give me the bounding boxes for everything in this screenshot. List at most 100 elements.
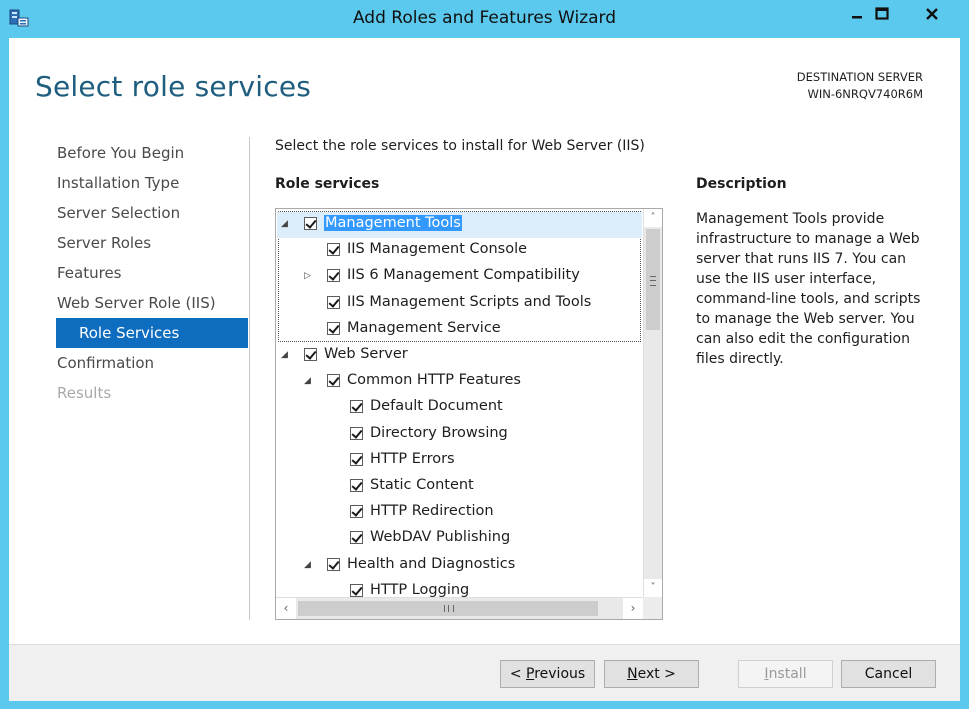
tree-item-checkbox[interactable]	[327, 243, 340, 257]
tree-item-checkbox[interactable]	[350, 479, 363, 492]
tree-item-checkbox[interactable]	[327, 321, 340, 335]
horizontal-scrollbar[interactable]: ‹ ›	[276, 597, 643, 619]
tree-item-checkbox[interactable]	[350, 426, 363, 440]
grip-icon	[444, 605, 454, 612]
tree-item[interactable]: IIS Management Console	[277, 238, 642, 264]
nav-item-before-you-begin[interactable]: Before You Begin	[56, 138, 248, 168]
tree-item[interactable]: ◢ Management Tools	[277, 212, 642, 238]
tree-item-label: Common HTTP Features	[347, 372, 521, 389]
install-button: Install	[738, 660, 833, 688]
tree-rows: ◢ Management Tools IIS Management Console ▷…	[276, 209, 643, 597]
destination-server-name: WIN-6NRQV740R6M	[807, 87, 923, 101]
collapse-arrow-icon[interactable]: ◢	[281, 219, 291, 229]
tree-item-label: Health and Diagnostics	[347, 555, 516, 572]
wizard-steps-nav: Before You Begin Installation Type Serve…	[56, 138, 248, 408]
tree-item-checkbox[interactable]	[350, 583, 363, 597]
tree-item-label: Default Document	[370, 398, 503, 415]
wizard-window: Add Roles and Features Wizard Select rol…	[0, 0, 969, 709]
close-icon	[926, 8, 938, 20]
maximize-icon	[875, 7, 889, 20]
tree-item-checkbox[interactable]	[304, 348, 317, 361]
title-bar[interactable]: Add Roles and Features Wizard	[0, 0, 969, 38]
vertical-scroll-thumb[interactable]	[646, 229, 660, 330]
tree-item[interactable]: Directory Browsing	[277, 422, 642, 448]
instruction-text: Select the role services to install for …	[275, 138, 645, 154]
role-services-tree[interactable]: ◢ Management Tools IIS Management Console ▷…	[275, 208, 663, 620]
scrollbar-corner	[643, 597, 662, 619]
nav-item-results: Results	[57, 384, 112, 402]
tree-item[interactable]: WebDAV Publishing	[277, 526, 642, 552]
collapse-arrow-icon[interactable]: ◢	[304, 376, 314, 386]
tree-item-label: IIS Management Console	[347, 241, 528, 258]
tree-item-label: HTTP Logging	[370, 581, 470, 597]
next-rest: ext >	[637, 666, 676, 682]
tree-item[interactable]: ◢ Web Server	[277, 343, 642, 369]
tree-item[interactable]: Static Content	[277, 474, 642, 500]
description-heading: Description	[696, 176, 787, 192]
next-accel: N	[627, 666, 638, 682]
page-title: Select role services	[35, 70, 312, 103]
collapse-arrow-icon[interactable]: ◢	[281, 350, 291, 360]
destination-server-info: DESTINATION SERVER WIN-6NRQV740R6M	[797, 69, 923, 103]
tree-item-checkbox[interactable]	[350, 452, 363, 466]
description-text: Management Tools provide infrastructure …	[696, 211, 921, 367]
role-services-heading: Role services	[275, 176, 380, 192]
window-title: Add Roles and Features Wizard	[352, 8, 617, 28]
tree-item[interactable]: HTTP Redirection	[277, 500, 642, 526]
previous-rest: revious	[534, 666, 586, 682]
horizontal-scroll-thumb[interactable]	[298, 601, 598, 616]
wizard-content: Select role services DESTINATION SERVER …	[9, 38, 960, 701]
scroll-right-icon[interactable]: ›	[623, 598, 643, 619]
next-button[interactable]: Next >	[604, 660, 699, 688]
tree-item-label: Static Content	[370, 477, 474, 493]
tree-item-checkbox[interactable]	[327, 557, 340, 571]
tree-item[interactable]: ◢ Common HTTP Features	[277, 369, 642, 395]
tree-item-label: Management Service	[347, 319, 501, 336]
tree-item-checkbox[interactable]	[327, 295, 340, 309]
tree-item-label: HTTP Errors	[370, 450, 455, 467]
destination-server-label: DESTINATION SERVER	[796, 70, 923, 84]
cancel-button[interactable]: Cancel	[841, 660, 936, 688]
tree-item-checkbox[interactable]	[350, 400, 363, 414]
nav-item-installation-type[interactable]: Installation Type	[56, 168, 248, 198]
install-rest: nstall	[768, 666, 807, 682]
nav-item-role-services[interactable]: Role Services	[56, 318, 248, 348]
tree-item[interactable]: HTTP Logging	[277, 579, 642, 597]
nav-divider	[249, 137, 250, 620]
tree-item-label: IIS 6 Management Compatibility	[347, 267, 580, 284]
scroll-left-icon[interactable]: ‹	[276, 598, 296, 619]
tree-item[interactable]: Default Document	[277, 395, 642, 421]
previous-prefix: <	[509, 666, 526, 682]
tree-item-label: Web Server	[324, 346, 408, 362]
tree-item-checkbox[interactable]	[327, 374, 340, 388]
previous-button[interactable]: < Previous	[500, 660, 595, 688]
expand-arrow-icon[interactable]: ▷	[304, 271, 314, 281]
tree-item[interactable]: Management Service	[277, 317, 642, 343]
tree-item-checkbox[interactable]	[327, 269, 340, 283]
previous-accel: P	[526, 666, 535, 682]
nav-item-server-roles[interactable]: Server Roles	[56, 228, 248, 258]
tree-item-label: WebDAV Publishing	[370, 529, 511, 546]
tree-item-checkbox[interactable]	[304, 217, 317, 230]
grip-icon	[650, 276, 656, 286]
tree-item-label: Management Tools	[324, 215, 462, 231]
tree-item-label: HTTP Redirection	[370, 503, 494, 520]
nav-item-server-selection[interactable]: Server Selection	[56, 198, 248, 228]
collapse-arrow-icon[interactable]: ◢	[304, 560, 314, 570]
scroll-up-icon[interactable]: ˄	[644, 209, 662, 227]
tree-item-checkbox[interactable]	[350, 531, 363, 545]
tree-item[interactable]: HTTP Errors	[277, 448, 642, 474]
tree-item-label: Directory Browsing	[370, 424, 508, 441]
tree-item[interactable]: ▷ IIS 6 Management Compatibility	[277, 264, 642, 290]
maximize-button[interactable]	[861, 0, 903, 28]
vertical-scrollbar[interactable]: ˄ ˅	[643, 209, 662, 597]
scroll-down-icon[interactable]: ˅	[644, 579, 662, 597]
tree-item[interactable]: ◢ Health and Diagnostics	[277, 553, 642, 579]
tree-item[interactable]: IIS Management Scripts and Tools	[277, 291, 642, 317]
nav-item-confirmation[interactable]: Confirmation	[56, 348, 248, 378]
wizard-footer: < Previous Next > Install Cancel	[9, 644, 960, 701]
tree-item-checkbox[interactable]	[350, 505, 363, 519]
nav-item-web-server-role[interactable]: Web Server Role (IIS)	[56, 288, 248, 318]
nav-item-features[interactable]: Features	[56, 258, 248, 288]
close-button[interactable]	[903, 0, 961, 28]
